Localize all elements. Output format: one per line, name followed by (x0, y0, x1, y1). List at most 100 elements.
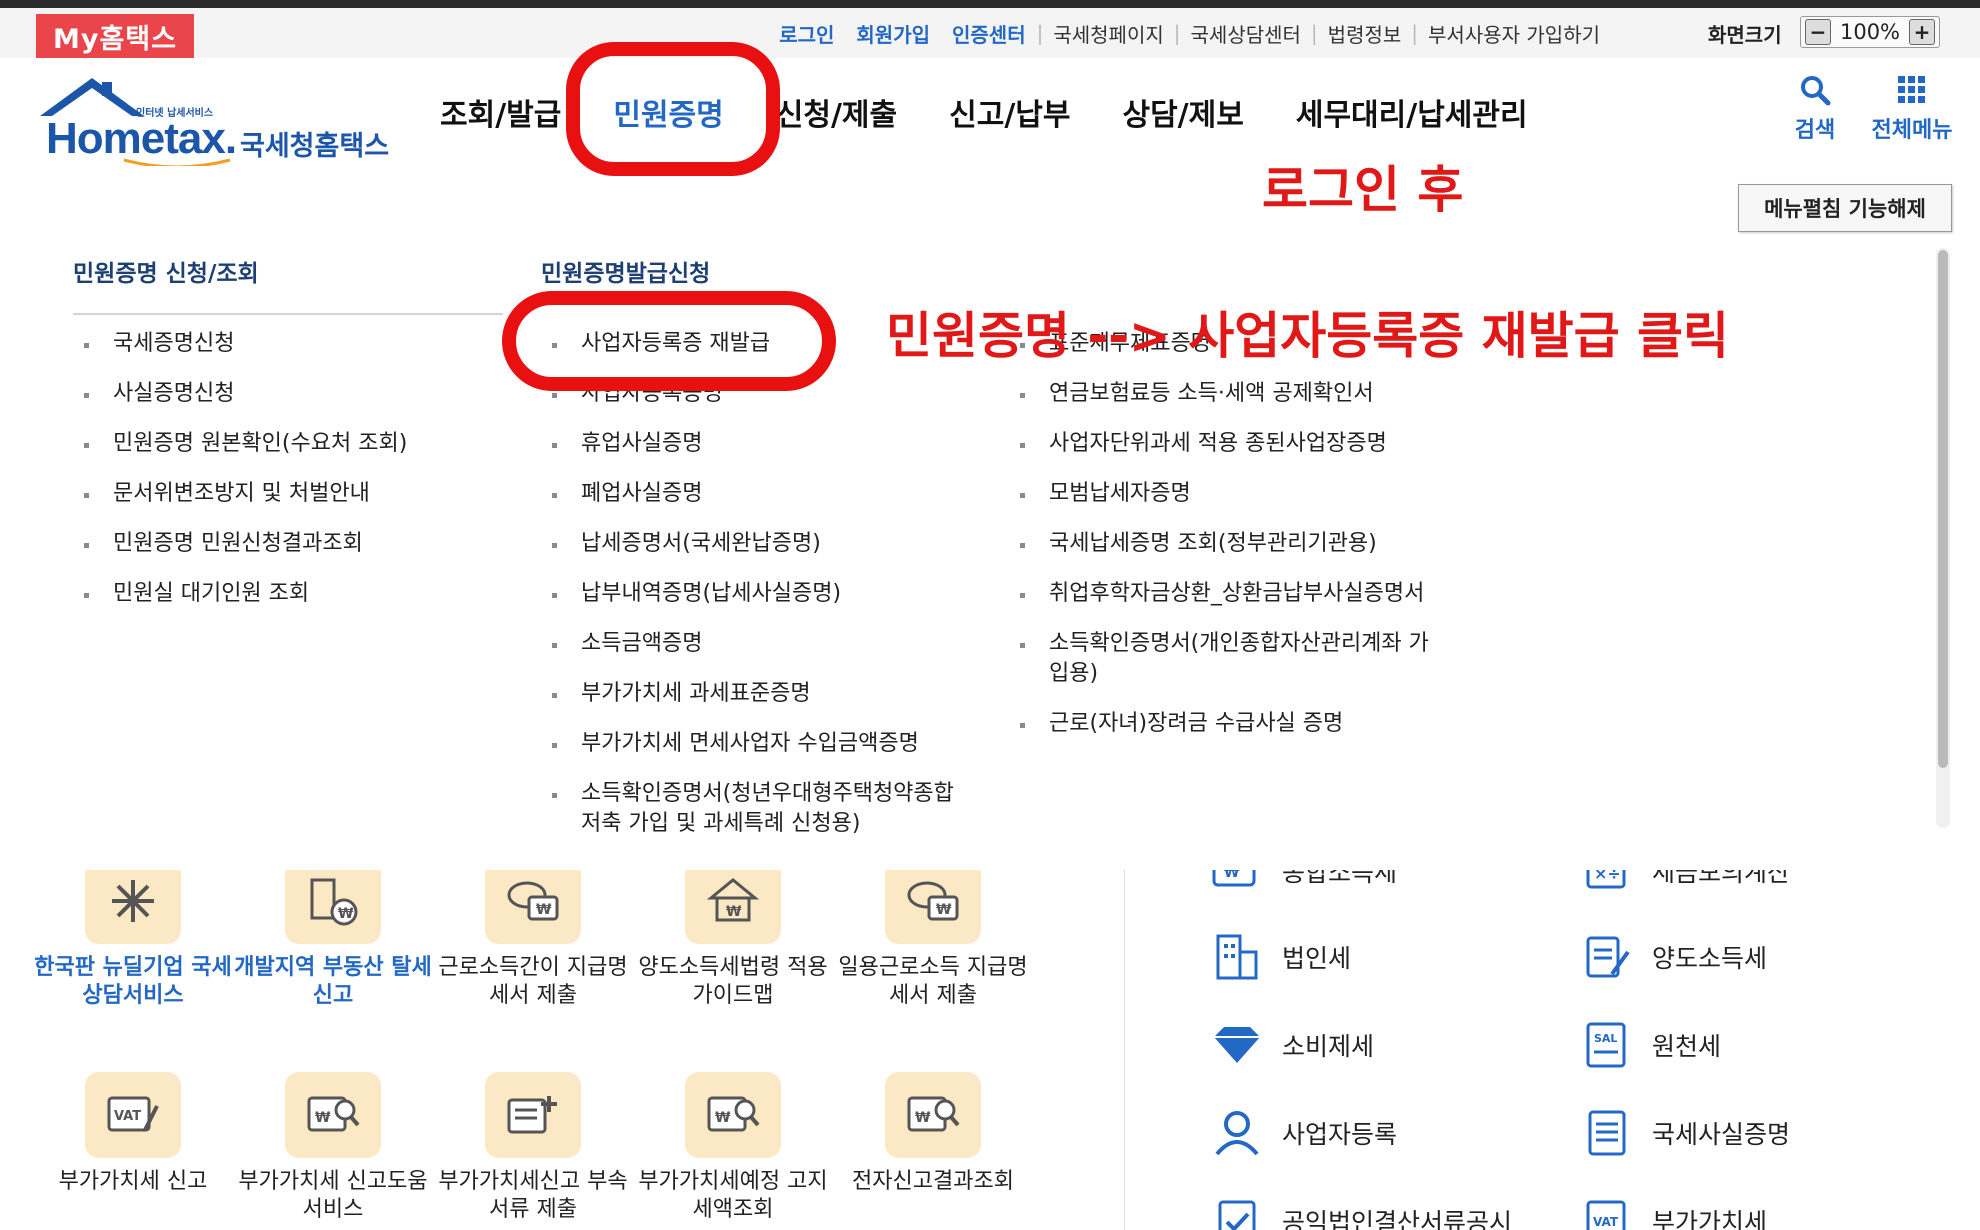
tax-withholding[interactable]: SAL 원천세 (1580, 1018, 1721, 1072)
service-dev-area-tax-evasion[interactable]: ₩ 개발지역 부동산 탈세신고 (233, 870, 433, 1010)
service-vat-report[interactable]: VAT 부가가치세 신고 (33, 1072, 233, 1196)
tax-label: 사업자등록 (1282, 1120, 1398, 1149)
menu-item-vat-exempt-income-cert[interactable]: 부가가치세 면세사업자 수입금액증명 (544, 729, 964, 759)
menu-item-national-tax-cert[interactable]: 국세증명신청 (76, 329, 496, 359)
tax-vat[interactable]: VAT 부가가치세 (1580, 1194, 1767, 1230)
consult-center-link[interactable]: 국세상담센터 (1181, 19, 1311, 48)
cert-center-link[interactable]: 인증센터 (941, 19, 1037, 48)
service-e-report-result[interactable]: ₩ 전자신고결과조회 (833, 1072, 1033, 1196)
col1-title: 민원증명 신청/조회 (73, 261, 259, 287)
service-label: 한국판 뉴딜기업 국세상담서비스 (34, 955, 232, 1008)
column-divider (1124, 870, 1125, 1230)
col3-list: 표준재무제표증명 연금보험료등 소득·세액 공제확인서 사업자단위과세 적용 종… (1012, 329, 1432, 759)
menu-item-gov-tax-cert-inquiry[interactable]: 국세납세증명 조회(정부관리기관용) (1012, 529, 1432, 559)
menu-item-application-result[interactable]: 민원증명 민원신청결과조회 (76, 529, 496, 559)
building-money-icon: ₩ (285, 870, 381, 944)
menu-item-income-amount-cert[interactable]: 소득금액증명 (544, 629, 964, 659)
logo-wordmark: Hometax. (46, 114, 237, 163)
menu-item-student-loan-cert[interactable]: 취업후학자금상환_상환금납부사실증명서 (1012, 579, 1432, 609)
service-simple-payment-statement[interactable]: ₩ 근로소득간이 지급명세서 제출 (433, 870, 633, 1010)
menu-item-forgery-prevention[interactable]: 문서위변조방지 및 처벌안내 (76, 479, 496, 509)
screen-size-label: 화면크기 (1708, 22, 1782, 47)
service-transfer-tax-guide[interactable]: ₩ 양도소득세법령 적용가이드맵 (633, 870, 833, 1010)
menu-item-model-taxpayer-cert[interactable]: 모범납세자증명 (1012, 479, 1432, 509)
nav-application[interactable]: 신청/제출 (776, 90, 897, 134)
tax-transfer-income[interactable]: 양도소득세 (1580, 930, 1767, 984)
search-doc-icon: ₩ (885, 1072, 981, 1158)
calculator-icon: ×÷ (1580, 870, 1634, 898)
tax-consumption[interactable]: 소비제세 (1210, 1018, 1374, 1072)
service-label: 전자신고결과조회 (852, 1169, 1014, 1194)
menu-item-unit-taxation-cert[interactable]: 사업자단위과세 적용 종된사업장증명 (1012, 429, 1432, 459)
service-vat-attachment[interactable]: 부가가치세신고 부속서류 제출 (433, 1072, 633, 1224)
service-daily-worker-statement[interactable]: ₩ 일용근로소득 지급명세서 제출 (833, 870, 1033, 1010)
service-vat-prenotice[interactable]: ₩ 부가가치세예정 고지세액조회 (633, 1072, 833, 1224)
login-link[interactable]: 로그인 (768, 19, 845, 48)
svg-text:₩: ₩ (536, 902, 552, 918)
dept-user-signup-link[interactable]: 부서사용자 가입하기 (1418, 19, 1610, 48)
money-card-icon: ₩ (1210, 870, 1264, 898)
svg-text:₩: ₩ (936, 902, 952, 918)
coin-document-icon: ₩ (485, 870, 581, 944)
vat-doc-icon: VAT (1580, 1194, 1634, 1230)
my-hometax-button[interactable]: My홈택스 (36, 14, 194, 58)
nav-consult[interactable]: 상담/제보 (1122, 90, 1243, 134)
menu-item-waiting-count[interactable]: 민원실 대기인원 조회 (76, 579, 496, 609)
zoom-out-button[interactable]: − (1805, 19, 1831, 45)
menu-item-pension-deduction[interactable]: 연금보험료등 소득·세액 공제확인서 (1012, 379, 1432, 409)
nts-page-link[interactable]: 국세청페이지 (1043, 19, 1173, 48)
menu-item-suspension-cert[interactable]: 휴업사실증명 (544, 429, 964, 459)
hometax-logo[interactable]: 인터넷 납세서비스 Hometax. 국세청홈택스 (32, 74, 402, 169)
building-icon (1210, 930, 1264, 984)
menu-item-earned-income-credit-cert[interactable]: 근로(자녀)장려금 수급사실 증명 (1012, 709, 1432, 739)
utility-links: 로그인 회원가입 인증센터 | 국세청페이지 | 국세상담센터 | 법령정보 |… (768, 8, 1610, 58)
nav-tax-agent[interactable]: 세무대리/납세관리 (1296, 90, 1528, 134)
menu-item-tax-payment-cert[interactable]: 납세증명서(국세완납증명) (544, 529, 964, 559)
signup-link[interactable]: 회원가입 (845, 19, 941, 48)
tax-public-corp-disclosure[interactable]: 공익법인결산서류공시 (1210, 1194, 1512, 1230)
service-label: 일용근로소득 지급명세서 제출 (838, 955, 1028, 1008)
menu-fold-toggle-button[interactable]: 메뉴펼침 기능해제 (1738, 184, 1952, 232)
search-button[interactable]: 검색 (1785, 74, 1845, 144)
tax-fact-cert[interactable]: 국세사실증명 (1580, 1106, 1790, 1160)
nav-inquiry[interactable]: 조회/발급 (440, 90, 561, 134)
svg-text:×÷: ×÷ (1594, 870, 1621, 883)
tax-label: 양도소득세 (1652, 944, 1768, 973)
svg-text:₩: ₩ (715, 1110, 731, 1126)
tax-global-income[interactable]: ₩ 종합소득세 (1210, 870, 1397, 898)
menu-item-vat-base-cert[interactable]: 부가가치세 과세표준증명 (544, 679, 964, 709)
nav-report-pay[interactable]: 신고/납부 (949, 90, 1070, 134)
scrollbar-thumb[interactable] (1938, 250, 1948, 768)
tax-label: 종합소득세 (1282, 870, 1398, 887)
separator: | (1310, 21, 1318, 45)
tax-corporate[interactable]: 법인세 (1210, 930, 1351, 984)
service-newdeal-consult[interactable]: 한국판 뉴딜기업 국세상담서비스 (33, 870, 233, 1010)
zoom-in-button[interactable]: + (1908, 19, 1935, 45)
all-menu-button[interactable]: 전체메뉴 (1862, 74, 1962, 144)
annotation-circle-reissue (502, 291, 836, 391)
menu-item-fact-cert[interactable]: 사실증명신청 (76, 379, 496, 409)
search-doc-icon: ₩ (685, 1072, 781, 1158)
tax-label: 국세사실증명 (1652, 1120, 1791, 1149)
search-doc-icon: ₩ (285, 1072, 381, 1158)
header: 인터넷 납세서비스 Hometax. 국세청홈택스 조회/발급 민원증명 신청/… (0, 58, 1980, 169)
service-vat-help[interactable]: ₩ 부가가치세 신고도움 서비스 (233, 1072, 433, 1224)
menu-item-original-check[interactable]: 민원증명 원본확인(수요처 조회) (76, 429, 496, 459)
tax-business-registration[interactable]: 사업자등록 (1210, 1106, 1397, 1160)
menu-item-closure-cert[interactable]: 폐업사실증명 (544, 479, 964, 509)
tax-label: 소비제세 (1282, 1032, 1375, 1061)
law-info-link[interactable]: 법령정보 (1318, 19, 1412, 48)
person-icon (1210, 1106, 1264, 1160)
menu-item-payment-history-cert[interactable]: 납부내역증명(납세사실증명) (544, 579, 964, 609)
tax-simulation[interactable]: ×÷ 세금모의계산 (1580, 870, 1790, 898)
svg-text:₩: ₩ (726, 904, 742, 920)
service-label: 부가가치세예정 고지세액조회 (638, 1169, 828, 1222)
svg-text:VAT: VAT (114, 1109, 141, 1124)
menu-item-youth-housing-income-cert[interactable]: 소득확인증명서(청년우대형주택청약종합저축 가입 및 과세특례 신청용) (544, 779, 964, 839)
menu-item-isa-income-cert[interactable]: 소득확인증명서(개인종합자산관리계좌 가입용) (1012, 629, 1432, 689)
service-label: 양도소득세법령 적용가이드맵 (638, 955, 828, 1008)
service-label: 부가가치세신고 부속서류 제출 (438, 1169, 628, 1222)
diamond-icon (1210, 1018, 1264, 1072)
tax-label: 세금모의계산 (1652, 870, 1791, 887)
logo-korean: 국세청홈택스 (240, 131, 390, 162)
